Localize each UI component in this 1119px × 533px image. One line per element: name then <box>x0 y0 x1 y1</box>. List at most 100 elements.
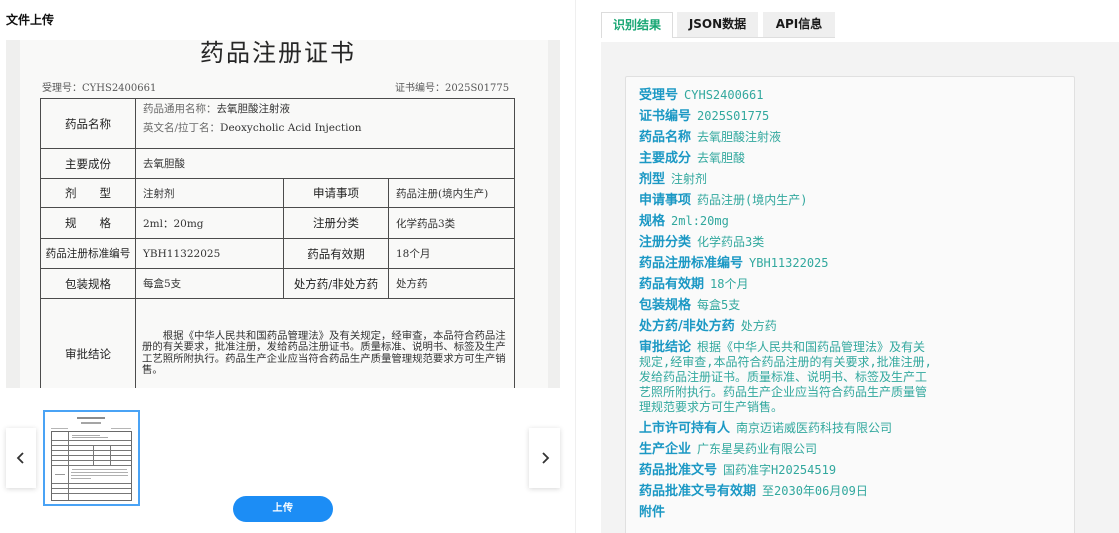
result-item-value: YBH11322025 <box>749 256 829 270</box>
result-item-label: 药品批准文号 <box>639 463 718 478</box>
table-row: 主要成份 去氧胆酸 <box>40 148 516 179</box>
result-item-label: 上市许可持有人 <box>639 421 731 436</box>
result-item-value: 每盒5支 <box>697 298 741 312</box>
result-item: 包装规格 每盒5支 <box>639 298 934 313</box>
table-row: 规格 2ml：20mg 注册分类 化学药品3类 <box>40 207 516 239</box>
tab-recognition-result[interactable]: 识别结果 <box>601 12 673 38</box>
spec-value: 2ml：20mg <box>135 207 284 239</box>
result-item-label: 申请事项 <box>639 193 692 208</box>
upload-button[interactable]: 上传 <box>233 496 333 522</box>
spec-label: 规格 <box>65 216 111 230</box>
result-item: 药品批准文号 国药准字H20254519 <box>639 463 934 478</box>
conclusion-label: 审批结论 <box>40 298 136 388</box>
ingredient-label: 主要成份 <box>40 148 136 179</box>
conclusion-value: 根据《中华人民共和国药品管理法》及有关规定，经审查，本品符合药品注册的有关要求，… <box>134 298 516 388</box>
category-label: 注册分类 <box>283 207 389 239</box>
result-list: 受理号 CYHS2400661 证书编号 2025S01775 药品名称 去氧胆酸注射液主… <box>639 88 934 526</box>
generic-name: 去氧胆酸注射液 <box>216 103 291 115</box>
result-item-label: 剂型 <box>639 172 666 187</box>
result-item: 规格 2ml:20mg <box>639 214 934 229</box>
category-value: 化学药品3类 <box>387 207 516 239</box>
document-thumbnail[interactable] <box>43 410 140 506</box>
result-item: 注册分类 化学药品3类 <box>639 235 934 250</box>
document-preview: 药品注册证书 受理号：CYHS2400661 证书编号：2025S01775 药… <box>6 40 560 388</box>
upload-panel-title: 文件上传 <box>6 13 55 27</box>
result-item: 生产企业 广东星昊药业有限公司 <box>639 442 934 457</box>
validity-value: 18个月 <box>387 238 516 269</box>
generic-name-line: 药品通用名称：去氧胆酸注射液 <box>143 100 514 119</box>
result-item-value: 2025S01775 <box>697 109 770 123</box>
result-item-label: 证书编号 <box>639 109 692 124</box>
tab-api-info[interactable]: API信息 <box>763 12 835 37</box>
standard-value: YBH11322025 <box>135 238 284 269</box>
result-item: 药品名称 去氧胆酸注射液 <box>639 130 934 145</box>
validity-label: 药品有效期 <box>283 238 389 269</box>
result-item: 审批结论 根据《中华人民共和国药品管理法》及有关规定,经审查,本品符合药品注册的有… <box>639 340 934 415</box>
result-item-value: 18个月 <box>710 277 749 291</box>
result-item: 药品批准文号有效期 至2030年06月09日 <box>639 484 934 499</box>
result-item-value: 去氧胆酸注射液 <box>697 130 782 144</box>
result-item-label: 药品名称 <box>639 130 692 145</box>
result-item-label: 生产企业 <box>639 442 692 457</box>
result-item-value: 化学药品3类 <box>697 235 765 249</box>
result-item-label: 受理号 <box>639 88 679 103</box>
result-item: 附件 <box>639 505 934 520</box>
drug-name-cell: 药品通用名称：去氧胆酸注射液 英文名/拉丁名：Deoxycholic Acid … <box>134 98 516 149</box>
table-row: 剂型 注射剂 申请事项 药品注册(境内生产) <box>40 178 516 208</box>
dosage-form-label-cell: 剂型 <box>40 178 136 208</box>
result-item: 证书编号 2025S01775 <box>639 109 934 124</box>
result-item-value: 注射剂 <box>671 172 708 186</box>
result-item: 药品注册标准编号 YBH11322025 <box>639 256 934 271</box>
result-item-label: 处方药/非处方药 <box>639 319 735 334</box>
table-row: 审批结论 根据《中华人民共和国药品管理法》及有关规定，经审查，本品符合药品注册的… <box>40 298 516 388</box>
chevron-left-icon <box>16 452 24 464</box>
result-item-value: CYHS2400661 <box>684 88 764 102</box>
package-value: 每盒5支 <box>135 268 284 299</box>
table-row: 药品名称 药品通用名称：去氧胆酸注射液 英文名/拉丁名：Deoxycholic … <box>40 98 516 149</box>
table-row: 药品注册标准编号 YBH11322025 药品有效期 18个月 <box>40 238 516 269</box>
rx-value: 处方药 <box>387 268 516 299</box>
result-item: 药品有效期 18个月 <box>639 277 934 292</box>
table-row: 包装规格 每盒5支 处方药/非处方药 处方药 <box>40 268 516 299</box>
certificate-number: 证书编号：2025S01775 <box>395 83 510 94</box>
standard-label: 药品注册标准编号 <box>40 238 136 269</box>
dosage-form-value: 注射剂 <box>135 178 284 208</box>
result-card: 受理号 CYHS2400661 证书编号 2025S01775 药品名称 去氧胆酸注射液主… <box>625 76 1075 533</box>
english-name-caption: 英文名/拉丁名： <box>143 122 221 134</box>
drug-name-label: 药品名称 <box>40 98 136 149</box>
result-container: 受理号 CYHS2400661 证书编号 2025S01775 药品名称 去氧胆酸注射液主… <box>601 42 1119 533</box>
thumbnail-table <box>51 431 132 501</box>
result-item: 剂型 注射剂 <box>639 172 934 187</box>
result-item-value: 国药准字H20254519 <box>723 463 837 477</box>
tab-json-data[interactable]: JSON数据 <box>677 12 758 37</box>
result-item-label: 包装规格 <box>639 298 692 313</box>
result-item-value: 2ml:20mg <box>671 214 729 228</box>
chevron-right-icon <box>541 452 549 464</box>
result-item: 受理号 CYHS2400661 <box>639 88 934 103</box>
result-item-label: 附件 <box>639 505 666 520</box>
dosage-form-label: 剂型 <box>65 186 111 200</box>
result-item-label: 主要成分 <box>639 151 692 166</box>
ingredient-value: 去氧胆酸 <box>134 148 516 179</box>
carousel-prev-button[interactable] <box>6 428 36 488</box>
result-item-value: 去氧胆酸 <box>697 151 746 165</box>
result-item-label: 规格 <box>639 214 666 229</box>
result-item-label: 药品批准文号有效期 <box>639 484 757 499</box>
result-item-value: 药品注册(境内生产) <box>697 193 808 207</box>
result-item-label: 审批结论 <box>639 340 692 355</box>
result-item: 处方药/非处方药 处方药 <box>639 319 934 334</box>
result-item-value: 南京迈诺威医药科技有限公司 <box>736 421 893 435</box>
carousel-next-button[interactable] <box>529 428 560 488</box>
result-item: 主要成分 去氧胆酸 <box>639 151 934 166</box>
result-item-label: 药品有效期 <box>639 277 705 292</box>
result-item: 申请事项 药品注册(境内生产) <box>639 193 934 208</box>
generic-name-caption: 药品通用名称： <box>143 103 217 115</box>
result-item-value: 至2030年06月09日 <box>762 484 868 498</box>
spec-label-cell: 规格 <box>40 207 136 239</box>
result-item-label: 注册分类 <box>639 235 692 250</box>
panel-divider <box>575 0 576 533</box>
application-label: 申请事项 <box>283 178 389 208</box>
english-name-line: 英文名/拉丁名：Deoxycholic Acid Injection <box>143 119 514 138</box>
rx-label: 处方药/非处方药 <box>283 268 389 299</box>
result-item: 上市许可持有人 南京迈诺威医药科技有限公司 <box>639 421 934 436</box>
